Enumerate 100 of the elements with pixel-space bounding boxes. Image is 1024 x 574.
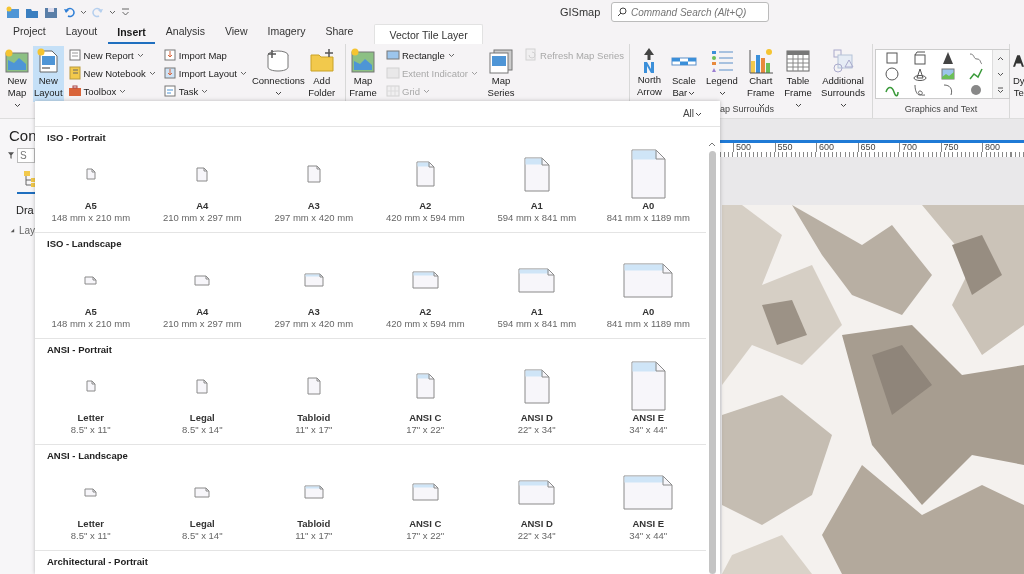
ribbon-button[interactable]: Legend (705, 46, 739, 102)
portrait-page-icon (85, 380, 96, 392)
ribbon-button[interactable]: Add Folder (306, 46, 337, 102)
scale-bar-icon (670, 56, 697, 66)
page-size-option[interactable]: Legal 8.5" x 14" (146, 356, 258, 436)
ribbon-button[interactable]: Import Map (160, 46, 249, 64)
page-size-option[interactable]: Letter 8.5" x 11" (35, 356, 147, 436)
page-size-option[interactable]: A1 594 mm x 841 mm (481, 250, 593, 330)
ribbon-tab[interactable]: Insert (108, 24, 155, 44)
ribbon-tab[interactable]: Project (4, 24, 55, 44)
page-size-option[interactable]: A3 297 mm x 420 mm (258, 250, 370, 330)
page-size-option[interactable]: ANSI E 34" x 44" (592, 462, 704, 542)
loop-icon[interactable] (911, 82, 928, 98)
ribbon-button[interactable]: Additional Surrounds (820, 46, 866, 102)
page-size-option[interactable]: A4 210 mm x 297 mm (146, 250, 258, 330)
ribbon-button[interactable]: New Report (65, 46, 158, 64)
ribbon-button[interactable]: Task (160, 82, 249, 100)
search-field[interactable]: S (17, 148, 35, 163)
page-size-option[interactable]: ANSI D 22" x 34" (481, 462, 593, 542)
square-icon[interactable] (883, 50, 900, 66)
ribbon-button[interactable]: New Map (2, 46, 32, 102)
portrait-page-icon (196, 378, 209, 394)
line-icon[interactable] (967, 66, 984, 82)
tree-item[interactable]: Lay (18, 225, 35, 236)
portrait-page-icon (630, 149, 666, 199)
ribbon-button[interactable]: Chart Frame (745, 46, 776, 102)
layers-tab-icon[interactable] (22, 171, 35, 187)
page-size-option[interactable]: Legal 8.5" x 14" (146, 462, 258, 542)
refresh-icon (524, 48, 538, 62)
ruler-label: 500 (733, 143, 775, 152)
page-size-option[interactable]: A1 594 mm x 841 mm (481, 144, 593, 224)
landscape-page-icon (518, 479, 556, 505)
landscape-page-icon (411, 271, 439, 289)
ribbon-button[interactable]: New Notebook (65, 64, 158, 82)
ribbon-tab[interactable]: Vector Tile Layer (374, 24, 483, 44)
new-project-icon[interactable] (6, 5, 20, 19)
ribbon-tab[interactable]: View (215, 24, 257, 44)
page-size-option[interactable]: ANSI C 17" x 22" (369, 462, 481, 542)
page-size-option[interactable]: Tabloid 11" x 17" (258, 462, 370, 542)
landscape-page-icon (623, 474, 674, 510)
curve-icon[interactable] (967, 50, 984, 66)
caret-icon[interactable] (80, 9, 87, 15)
ruler-label: 550 (774, 143, 816, 152)
ribbon-button[interactable]: Table Frame (782, 46, 813, 102)
ribbon-button[interactable]: Toolbox (65, 82, 158, 100)
ribbon-button[interactable]: Import Layout (160, 64, 249, 82)
page-size-option[interactable]: Letter 8.5" x 11" (35, 462, 147, 542)
text-icon (1012, 55, 1024, 67)
ribbon-tab[interactable]: Analysis (156, 24, 214, 44)
portrait-page-icon (523, 156, 550, 192)
page-size-option[interactable]: ANSI D 22" x 34" (481, 356, 593, 436)
landscape-page-icon (411, 483, 439, 501)
page-size-option[interactable]: A5 148 mm x 210 mm (35, 250, 147, 330)
frame-icon[interactable] (911, 50, 928, 66)
cone-icon[interactable] (911, 66, 928, 82)
ribbon-button[interactable]: North Arrow (635, 46, 663, 102)
scroll-up-icon[interactable] (708, 141, 716, 147)
portrait-page-icon (85, 168, 96, 180)
filter-dropdown[interactable]: All (682, 108, 702, 119)
ruler-label: 800 (982, 143, 1024, 152)
expand-icon[interactable] (10, 227, 15, 234)
ribbon-button[interactable]: Scale Bar (669, 46, 698, 102)
customize-icon[interactable] (121, 7, 130, 17)
table-icon (783, 47, 812, 75)
page-size-option[interactable]: ANSI C 17" x 22" (369, 356, 481, 436)
ruler-label: 700 (899, 143, 941, 152)
circle-icon[interactable] (883, 66, 900, 82)
ribbon-tab[interactable]: Share (316, 24, 363, 44)
section-heading: ANSI - Landscape (46, 450, 129, 462)
ribbon-tab[interactable]: Imagery (258, 24, 315, 44)
page-size-option[interactable]: A2 420 mm x 594 mm (369, 250, 481, 330)
page-size-option[interactable]: A0 841 mm x 1189 mm (592, 144, 704, 224)
landscape-page-icon (518, 267, 556, 293)
page-size-option[interactable]: ANSI E 34" x 44" (592, 356, 704, 436)
ribbon-button[interactable]: New Layout (33, 46, 64, 102)
landscape-page-icon (194, 274, 211, 286)
pages-icon (487, 47, 515, 75)
save-icon[interactable] (44, 5, 58, 19)
filter-icon[interactable] (8, 150, 14, 161)
pane-title: Con (8, 127, 35, 144)
caret-icon[interactable] (109, 9, 116, 15)
page-size-option[interactable]: A3 297 mm x 420 mm (258, 144, 370, 224)
caret-icon (695, 111, 702, 117)
page-size-option[interactable]: A5 148 mm x 210 mm (35, 144, 147, 224)
ruler-label: 650 (857, 143, 899, 152)
page-size-option[interactable]: Tabloid 11" x 17" (258, 356, 370, 436)
page-size-option[interactable]: A2 420 mm x 594 mm (369, 144, 481, 224)
ribbon-tab[interactable]: Layout (56, 24, 107, 44)
undo-icon[interactable] (63, 6, 75, 18)
ribbon-button[interactable]: Rectangle (384, 46, 480, 64)
ruler-label: 600 (816, 143, 858, 152)
portrait-page-icon (306, 165, 321, 183)
landscape-page-icon (303, 485, 324, 499)
page-size-option[interactable]: A4 210 mm x 297 mm (146, 144, 258, 224)
search-field[interactable]: Command Search (Alt+Q) (611, 2, 769, 22)
expand-gallery-button[interactable] (992, 82, 1009, 98)
chevron-down-icon (997, 71, 1005, 77)
ruler-label: 750 (940, 143, 982, 152)
ribbon-button[interactable]: Dy Te (1012, 46, 1024, 102)
page-size-option[interactable]: A0 841 mm x 1189 mm (592, 250, 704, 330)
